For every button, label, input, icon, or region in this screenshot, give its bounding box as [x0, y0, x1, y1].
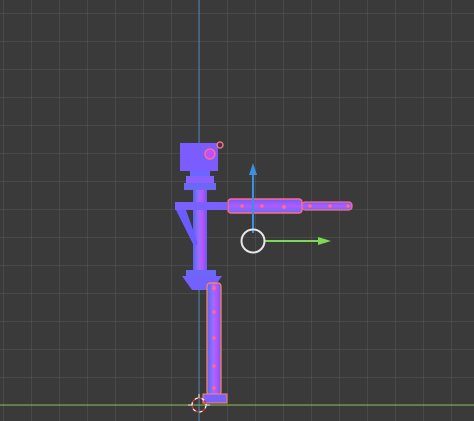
- gizmo-x-arrow-head[interactable]: [318, 237, 331, 245]
- leg-joint-4[interactable]: [212, 364, 216, 368]
- 3d-viewport[interactable]: [0, 0, 474, 421]
- shoulder-bar[interactable]: [175, 202, 227, 210]
- leg-joint-5[interactable]: [212, 386, 216, 390]
- arm-joint-6[interactable]: [346, 204, 350, 208]
- arm-joint-5[interactable]: [328, 204, 332, 208]
- leg-joint-3[interactable]: [212, 336, 216, 340]
- neck-ring-3[interactable]: [184, 183, 216, 190]
- arm-joint-2[interactable]: [260, 204, 264, 208]
- arm-joint-1[interactable]: [240, 204, 244, 208]
- head-joint[interactable]: [204, 148, 216, 160]
- neck-ring-1[interactable]: [190, 171, 210, 176]
- leg-joint-1[interactable]: [212, 286, 216, 290]
- neck-ring-2[interactable]: [186, 176, 214, 183]
- scene-canvas[interactable]: [0, 0, 474, 421]
- arm-joint-3[interactable]: [282, 205, 286, 209]
- waist-ring[interactable]: [186, 270, 216, 276]
- arm-joint-4[interactable]: [308, 204, 312, 208]
- leg-joint-2[interactable]: [212, 310, 216, 314]
- gizmo-z-arrow-head[interactable]: [249, 163, 257, 175]
- foot[interactable]: [202, 393, 228, 404]
- arm-upper[interactable]: [227, 198, 303, 214]
